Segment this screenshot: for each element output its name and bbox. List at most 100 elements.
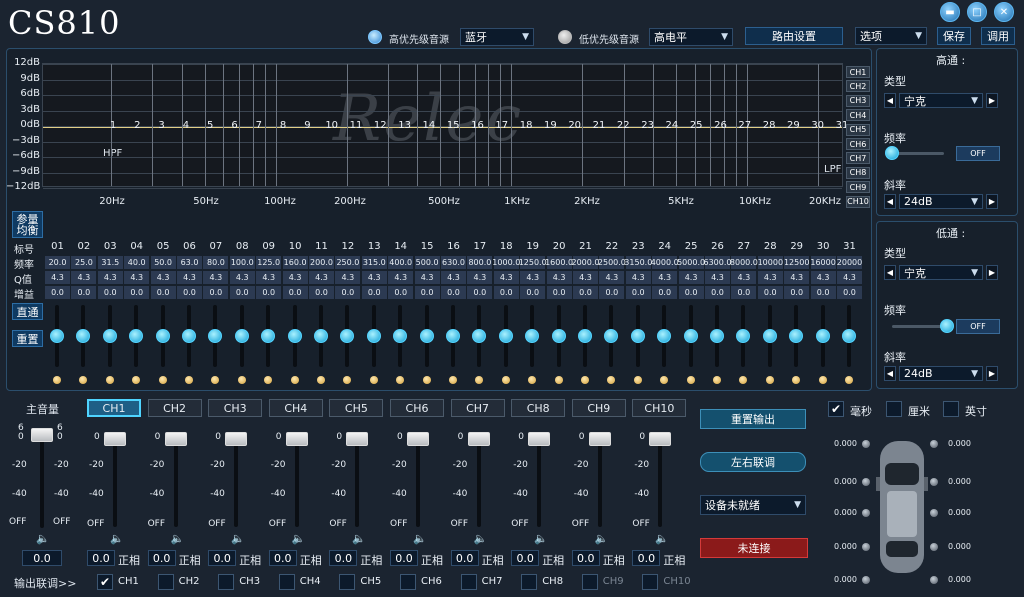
eq-point[interactable]: 14 [423,120,436,131]
channel-volume-fader[interactable] [407,432,429,446]
band-q[interactable]: 4.3 [71,271,97,284]
band-q[interactable]: 4.3 [625,271,651,284]
band-gain[interactable]: 0.0 [520,286,546,299]
band-q[interactable]: 4.3 [414,271,440,284]
band-gain[interactable]: 0.0 [150,286,176,299]
band-q[interactable]: 4.3 [467,271,493,284]
channel-button-ch5[interactable]: CH5 [329,399,384,417]
band-freq[interactable]: 63.0 [177,256,202,269]
band-gain[interactable]: 0.0 [229,286,255,299]
channel-delay-value[interactable]: 0.000 [948,542,971,551]
channel-button-ch9[interactable]: CH9 [571,399,626,417]
band-freq[interactable]: 31.5 [97,256,123,269]
eq-point[interactable]: 6 [231,120,237,131]
band-gain[interactable]: 0.0 [45,286,70,299]
band-gain[interactable]: 0.0 [335,286,361,299]
speaker-position-icon[interactable] [930,509,938,517]
channel-delay-value[interactable]: 0.000 [834,575,857,584]
band-q[interactable]: 4.3 [256,271,282,284]
speaker-position-icon[interactable] [862,576,870,584]
eq-point[interactable]: 24 [666,120,679,131]
band-q[interactable]: 4.3 [757,271,783,284]
lowpass-type-prev[interactable]: ◀ [884,265,896,280]
band-freq[interactable]: 400.0 [388,256,414,269]
band-gain-knob[interactable] [182,329,196,343]
tune-button[interactable]: 调用 [981,27,1015,45]
link-checkbox-ch8[interactable] [521,574,538,590]
channel-volume-track[interactable] [416,432,420,527]
speaker-icon[interactable]: 🔈 [36,532,50,545]
channel-volume-fader[interactable] [528,432,551,446]
speaker-position-icon[interactable] [930,478,938,486]
lowpass-type-select[interactable]: 宁克 ▼ [899,265,983,280]
band-gain-knob[interactable] [446,329,460,343]
band-freq[interactable]: 100.0 [229,256,255,269]
eq-point[interactable]: 29 [787,120,800,131]
eq-point[interactable]: 7 [256,120,262,131]
speaker-icon[interactable]: 🔈 [474,532,488,545]
channel-phase-label[interactable]: 正相 [603,552,625,568]
channel-volume-fader[interactable] [285,432,308,446]
eq-point[interactable]: 3 [158,120,164,131]
lowpass-slope-select[interactable]: 24dB ▼ [899,366,983,381]
channel-volume-value[interactable]: 0.0 [390,550,418,566]
channel-volume-value[interactable]: 0.0 [329,550,358,566]
band-q[interactable]: 4.3 [388,271,414,284]
routing-button[interactable]: 路由设置 [745,27,843,45]
highpass-slope-select[interactable]: 24dB ▼ [899,194,983,209]
unit-cm-checkbox[interactable] [886,401,902,417]
band-q[interactable]: 4.3 [97,271,123,284]
graph-channel-tab[interactable]: CH2 [846,80,870,93]
channel-volume-track[interactable] [476,432,481,527]
band-gain[interactable]: 0.0 [731,286,757,299]
band-q[interactable]: 4.3 [45,271,70,284]
band-gain[interactable]: 0.0 [124,286,150,299]
band-gain[interactable]: 0.0 [414,286,440,299]
band-freq[interactable]: 250.0 [335,256,361,269]
graph-channel-tab[interactable]: CH6 [846,138,870,150]
band-q[interactable]: 4.3 [520,271,546,284]
band-gain[interactable]: 0.0 [493,286,519,299]
highpass-freq-off-button[interactable]: OFF [956,146,1000,161]
band-gain[interactable]: 0.0 [203,286,229,299]
eq-point[interactable]: 18 [520,120,533,131]
channel-delay-value[interactable]: 0.000 [948,508,971,517]
band-gain[interactable]: 0.0 [361,286,387,299]
band-freq[interactable]: 1250.0 [519,256,547,269]
high-priority-select[interactable]: 蓝牙 ▼ [460,28,534,46]
band-freq[interactable]: 40.0 [124,256,150,269]
band-gain-knob[interactable] [762,329,777,343]
maximize-icon[interactable]: □ [967,2,987,22]
graph-channel-tab[interactable]: CH5 [846,123,870,136]
band-freq[interactable]: 5000.0 [677,256,705,269]
band-gain[interactable]: 0.0 [837,286,862,299]
channel-volume-track[interactable] [597,432,602,527]
channel-volume-fader[interactable] [225,432,248,446]
highpass-type-prev[interactable]: ◀ [884,93,896,108]
graph-channel-tab[interactable]: CH8 [846,166,870,179]
band-freq[interactable]: 125.0 [256,256,282,269]
band-gain[interactable]: 0.0 [599,286,625,299]
band-gain[interactable]: 0.0 [441,286,466,299]
band-gain[interactable]: 0.0 [388,286,414,299]
speaker-icon[interactable]: 🔈 [110,532,124,545]
band-freq[interactable]: 1000.0 [492,256,520,269]
band-q[interactable]: 4.3 [150,271,176,284]
speaker-icon[interactable]: 🔈 [231,532,245,545]
band-freq[interactable]: 6300.0 [704,256,732,269]
band-gain-knob[interactable] [710,329,724,343]
channel-phase-label[interactable]: 正相 [239,552,261,568]
channel-phase-label[interactable]: 正相 [421,552,443,568]
channel-delay-value[interactable]: 0.000 [834,542,857,551]
link-checkbox-ch6[interactable] [400,574,416,590]
band-freq[interactable]: 20.0 [45,256,70,269]
close-icon[interactable]: ✕ [994,2,1014,22]
speaker-position-icon[interactable] [930,543,938,551]
graph-channel-tab[interactable]: CH10 [846,195,870,208]
channel-phase-label[interactable]: 正相 [300,552,322,568]
band-q[interactable]: 4.3 [705,271,730,284]
band-q[interactable]: 4.3 [282,271,308,284]
lowpass-slope-prev[interactable]: ◀ [884,366,896,381]
speaker-icon[interactable]: 🔈 [595,532,609,545]
eq-point[interactable]: 10 [325,120,338,131]
